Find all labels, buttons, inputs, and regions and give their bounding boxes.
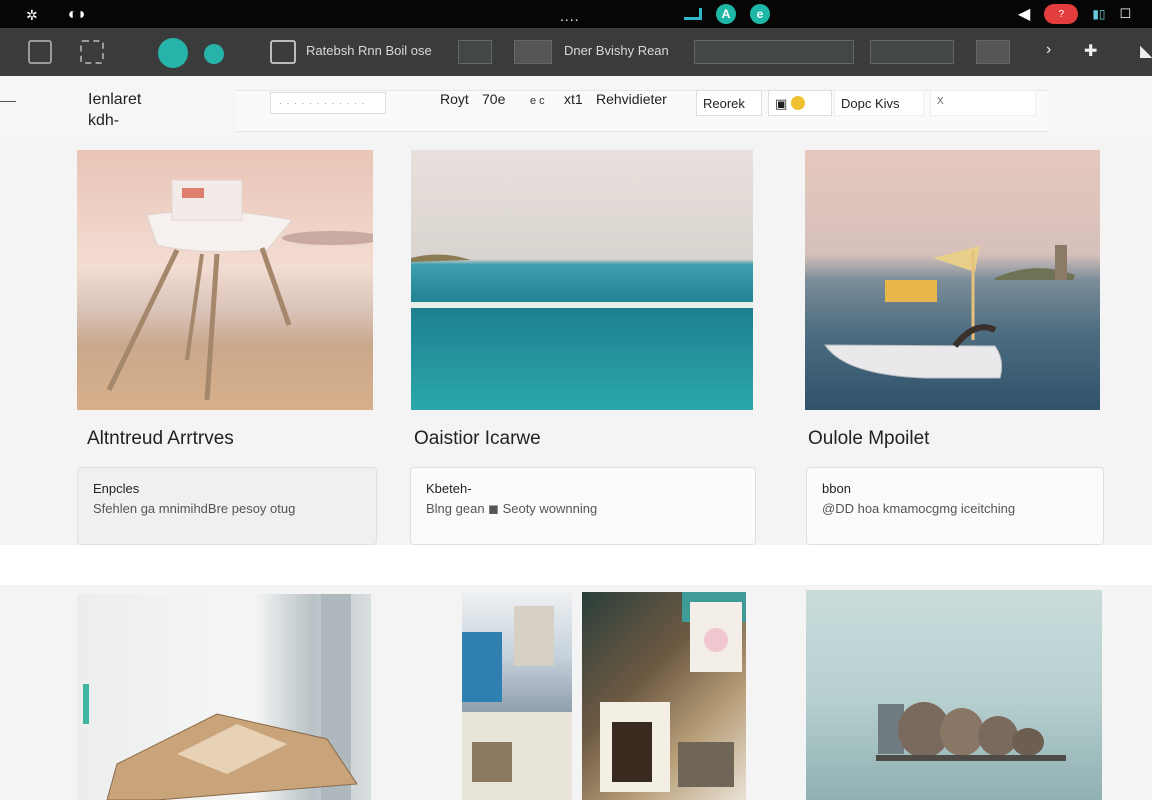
signal-icon xyxy=(684,8,702,20)
notification-badge[interactable]: ? xyxy=(1044,4,1079,24)
leaf-icon[interactable] xyxy=(204,44,224,64)
status-dots: .... xyxy=(560,8,580,24)
card-image-rocks[interactable] xyxy=(806,590,1102,800)
fish-icon[interactable]: ◐◗ xyxy=(68,6,87,24)
site-title: Ienlaret kdh- xyxy=(88,91,142,129)
rocks-illustration xyxy=(876,702,1066,761)
chat-status-icon: ☐ xyxy=(1119,6,1132,21)
card-image-sea[interactable] xyxy=(411,150,753,410)
card-title-1[interactable]: Altntreud Arrtrves xyxy=(87,428,234,450)
card-image-collage-a[interactable] xyxy=(462,592,572,800)
filter-royt[interactable]: Royt xyxy=(440,91,469,107)
card-title-2[interactable]: Oaistior Icarwe xyxy=(414,428,541,450)
toolbar-text-a[interactable]: Ratebsh Rnn Boil ose xyxy=(306,43,432,58)
room-illustration xyxy=(83,594,358,800)
filter-ec[interactable]: e c xyxy=(530,95,545,107)
chair-illustration xyxy=(106,179,373,401)
filter-dopc-kivs[interactable]: Dopc Kivs xyxy=(834,90,924,116)
media-icon[interactable] xyxy=(158,38,188,68)
boat-illustration xyxy=(824,245,1075,379)
card-image-chair[interactable] xyxy=(77,150,373,410)
filter-reorek[interactable]: Reorek xyxy=(696,90,762,116)
grid-icon[interactable] xyxy=(514,40,552,64)
filter-rehvidieter[interactable]: Rehvidieter xyxy=(596,91,667,107)
toolbar-text-b[interactable]: Dner Bvishy Rean xyxy=(564,43,669,58)
toolbar-field-c[interactable] xyxy=(870,40,954,64)
card-info-label: Kbeteh- xyxy=(426,481,472,496)
card-title-3[interactable]: Oulole Mpoilet xyxy=(808,428,929,450)
card-image-boat[interactable] xyxy=(805,150,1100,410)
sub-header: Ienlaret kdh- · · · · · · · · · · · · Ro… xyxy=(0,76,1152,136)
section-divider xyxy=(0,545,1152,585)
doc-icon[interactable] xyxy=(80,40,104,64)
card-image-collage-b[interactable] xyxy=(582,592,746,800)
card-info-meta: Sfehlen ga mnimihdBre pesoy otug xyxy=(93,501,296,516)
back-triangle-icon[interactable]: ◀ xyxy=(1018,4,1030,24)
card-image-room[interactable] xyxy=(77,594,371,800)
window-icon[interactable] xyxy=(28,40,52,64)
toolbar-square-button[interactable] xyxy=(976,40,1010,64)
filter-x[interactable]: X xyxy=(930,90,1036,116)
card-info-2[interactable]: Kbeteh- Blng gean ◼ Seoty wownning xyxy=(410,467,756,545)
card-info-1[interactable]: Enpcles Sfehlen ga mnimihdBre pesoy otug xyxy=(77,467,377,545)
chevron-icon[interactable]: › xyxy=(1046,41,1051,59)
toolbar-field-a[interactable] xyxy=(458,40,492,64)
smiley-icon xyxy=(790,96,805,110)
card-info-meta: Blng gean ◼ Seoty wownning xyxy=(426,501,598,516)
card-info-label: Enpcles xyxy=(93,481,140,496)
filter-search-input[interactable]: · · · · · · · · · · · · xyxy=(270,92,386,114)
divider xyxy=(0,101,16,102)
thumbnail-icon[interactable] xyxy=(270,40,296,64)
app-badge-e-icon[interactable]: e xyxy=(750,4,770,24)
filter-emoji[interactable]: ▣ xyxy=(768,90,832,116)
toolbar-field-b[interactable] xyxy=(694,40,854,64)
battery-icon: ▮▯ xyxy=(1092,7,1106,21)
sea-illustration xyxy=(411,254,753,308)
toolbar: Ratebsh Rnn Boil ose Dner Bvishy Rean › … xyxy=(0,28,1152,76)
collage-a-illustration xyxy=(462,606,572,800)
filter-xt1[interactable]: xt1 xyxy=(564,91,583,107)
card-info-3[interactable]: bbon @DD hoa kmamocgmg iceitching xyxy=(806,467,1104,545)
filter-70e[interactable]: 70e xyxy=(482,91,505,107)
status-bar: ✲ ◐◗ .... A e ◀ ? ▮▯ ☐ xyxy=(0,0,1152,28)
pin-icon[interactable]: ✚ xyxy=(1084,41,1097,61)
card-info-label: bbon xyxy=(822,481,851,496)
chat-icon[interactable]: ◣ xyxy=(1140,41,1152,61)
collage-b-illustration xyxy=(600,592,746,792)
settings-icon[interactable]: ✲ xyxy=(26,7,38,24)
app-badge-a-icon[interactable]: A xyxy=(716,4,736,24)
card-info-meta: @DD hoa kmamocgmg iceitching xyxy=(822,501,1016,516)
